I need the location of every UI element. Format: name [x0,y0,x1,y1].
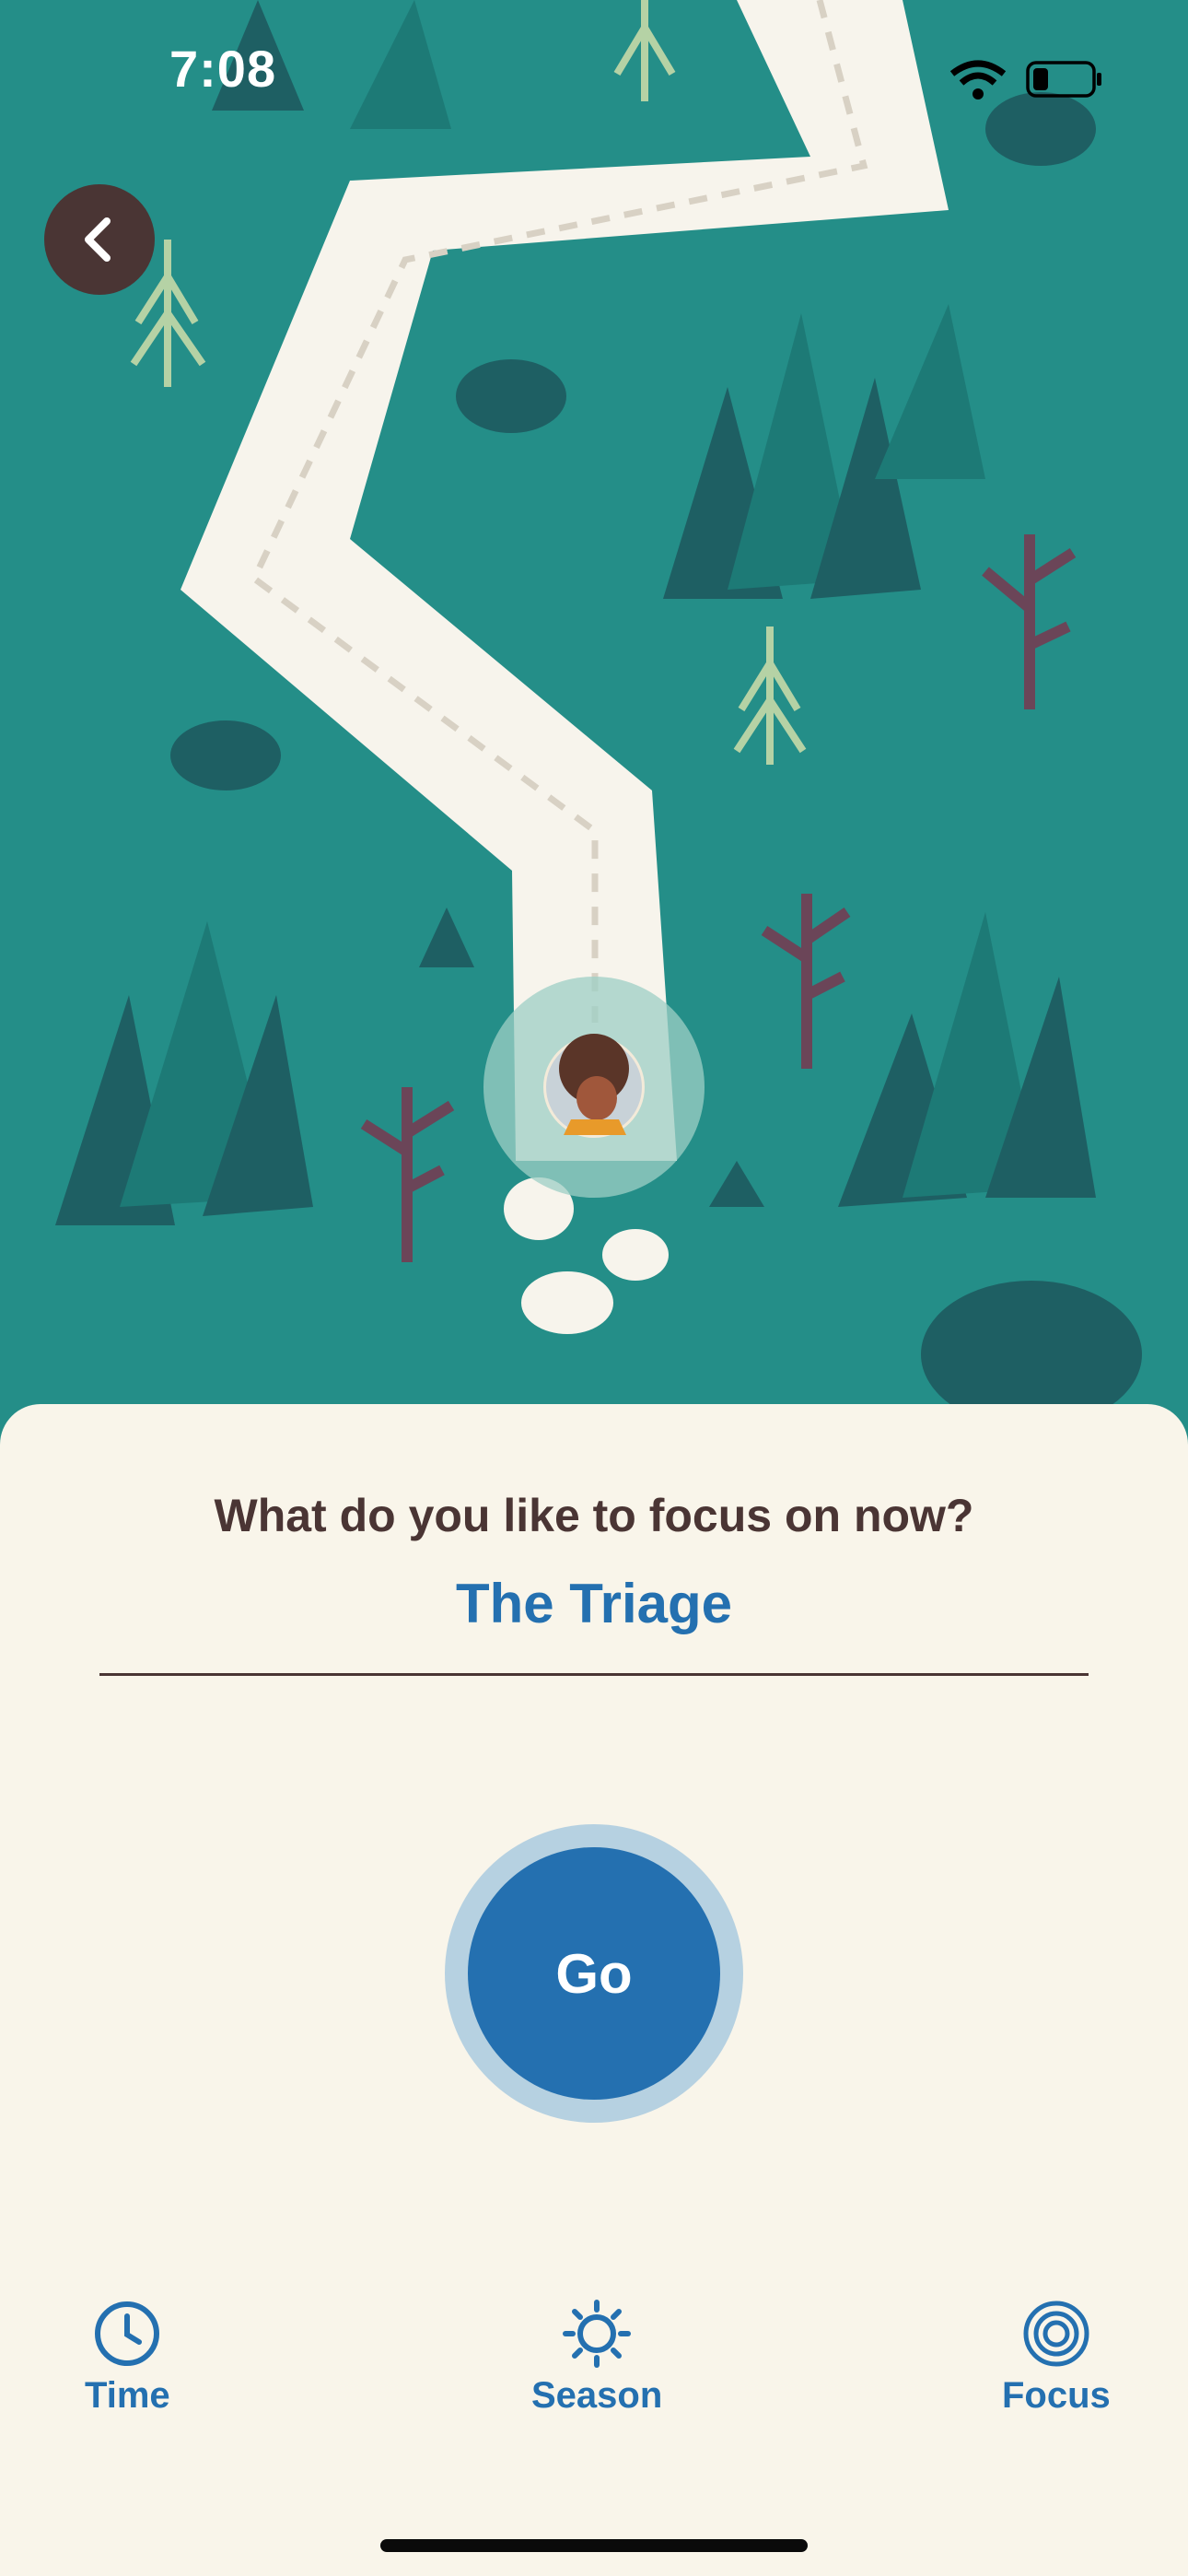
wifi-icon [949,60,1007,100]
target-icon [1023,2301,1089,2367]
trail-map [0,0,1188,1437]
sun-icon [563,2300,632,2368]
tab-focus[interactable]: Focus [1002,2300,1111,2417]
focus-question: What do you like to focus on now? [214,1490,974,1541]
go-button[interactable]: Go [468,1847,720,2100]
tab-season-label: Season [531,2375,663,2416]
back-button[interactable] [44,184,155,295]
tab-focus-label: Focus [1002,2375,1111,2416]
status-icons [949,57,1105,108]
status-time: 7:08 [169,40,277,98]
go-button-ring: Go [445,1824,743,2123]
chevron-left-icon [85,217,111,262]
input-underline [99,1673,1089,1676]
focus-sheet: What do you like to focus on now? The Tr… [0,1404,1188,2576]
battery-low-icon [1026,61,1101,98]
home-indicator [380,2539,808,2552]
tab-time[interactable]: Time [85,2300,170,2417]
clock-icon [95,2301,160,2366]
tab-season[interactable]: Season [531,2300,662,2417]
tab-time-label: Time [85,2375,170,2416]
focus-input[interactable]: The Triage [99,1572,1089,1638]
